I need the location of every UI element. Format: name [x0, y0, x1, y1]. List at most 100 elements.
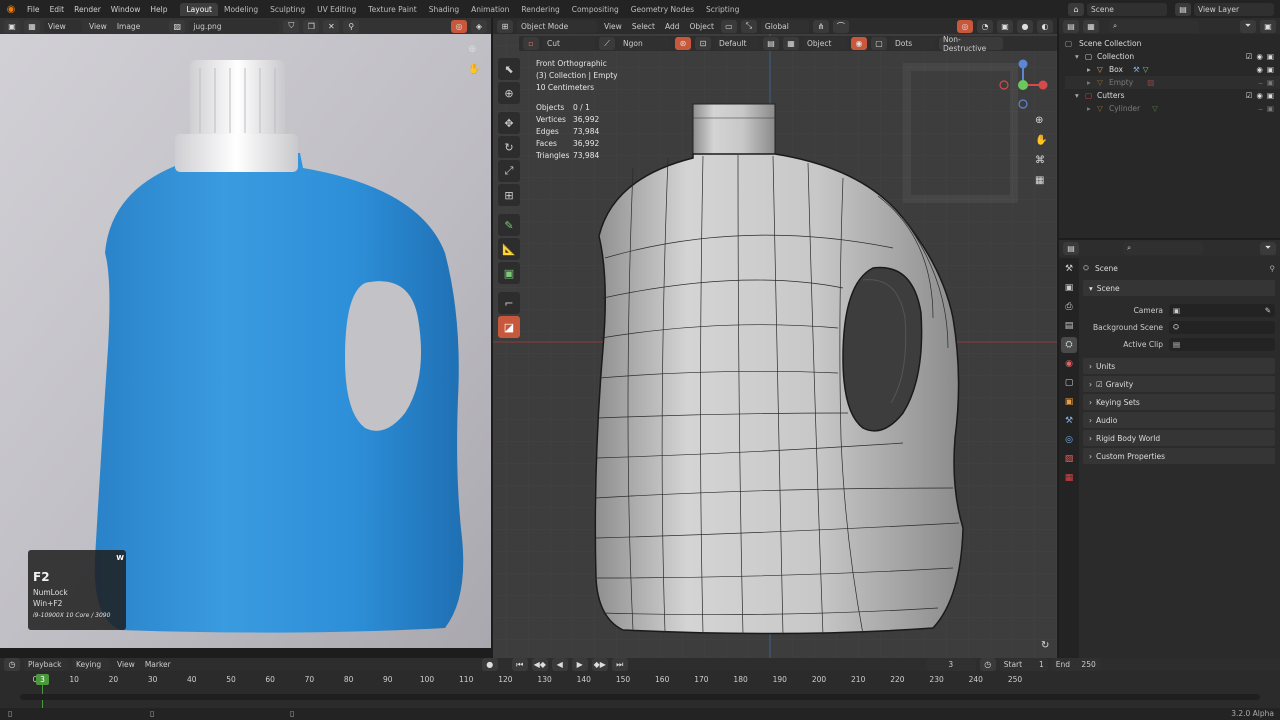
camera-icon[interactable]: ⌘ — [1035, 155, 1045, 166]
circle-target-icon[interactable]: ◉ — [851, 37, 867, 50]
object-dropdown[interactable]: Object — [803, 37, 847, 50]
menu-view[interactable]: View — [86, 22, 110, 31]
orientation-icon[interactable]: ⤡ — [740, 19, 757, 33]
tab-rendering[interactable]: Rendering — [515, 3, 565, 16]
cut-mode-dropdown[interactable]: Cut — [543, 37, 595, 50]
menu-edit[interactable]: Edit — [45, 5, 70, 14]
hand-pan-icon[interactable]: ✋ — [468, 64, 480, 75]
zoom-icon[interactable]: ⊕ — [1035, 115, 1043, 126]
scene-browse-icon[interactable]: ⌂ — [1068, 2, 1084, 16]
tab-layout[interactable]: Layout — [180, 2, 218, 16]
camera-field[interactable]: ▣ ✎ — [1169, 303, 1275, 317]
background-scene-field[interactable]: ⛭ — [1169, 320, 1275, 334]
pin-icon[interactable]: ⚲ — [343, 19, 360, 33]
scene-tab-icon[interactable]: ⛭ — [1061, 337, 1077, 353]
shield-icon[interactable]: ⛉ — [283, 19, 300, 33]
object-type-icon[interactable]: ▦ — [783, 37, 799, 50]
editor-type-icon[interactable]: ▣ — [4, 19, 20, 33]
ngon-icon[interactable]: ⟋ — [599, 37, 615, 50]
outliner-row-scene-collection[interactable]: ▢ Scene Collection — [1065, 37, 1280, 50]
image-browse-icon[interactable]: ▨ — [169, 19, 186, 33]
view-layer-tab-icon[interactable]: ▤ — [1061, 318, 1077, 334]
default-dropdown[interactable]: Default — [715, 37, 759, 50]
modifier-tab-icon[interactable]: ⚒ — [1061, 413, 1077, 429]
curve-icon[interactable]: ⌐ — [498, 292, 520, 314]
measure-icon[interactable]: 📐 — [498, 238, 520, 260]
editor-type-icon[interactable]: ▤ — [1063, 19, 1079, 33]
menu-select[interactable]: Select — [629, 22, 658, 31]
grid-toggle-icon[interactable]: ▦ — [1035, 175, 1044, 186]
cut-icon[interactable]: ▫ — [523, 37, 539, 50]
zoom-icon[interactable]: ⊕ — [468, 44, 476, 55]
wire-icon[interactable]: ▢ — [871, 37, 887, 50]
dots-dropdown[interactable]: Dots — [891, 37, 935, 50]
transform-icon[interactable]: ⊞ — [498, 184, 520, 206]
menu-image[interactable]: Image — [114, 22, 144, 31]
non-destructive-button[interactable]: Non-Destructive — [939, 35, 1003, 53]
panel-gravity[interactable]: › ☑ Gravity — [1083, 376, 1275, 392]
orientation-dropdown[interactable]: Global — [760, 19, 809, 33]
select-cursor-icon[interactable]: ⬉ — [498, 58, 520, 80]
rotate-icon[interactable]: ↻ — [498, 136, 520, 158]
collection-tab-icon[interactable]: ▢ — [1061, 375, 1077, 391]
view-mode-icon[interactable]: ▦ — [24, 19, 40, 33]
3d-viewport[interactable]: ⊞ Object Mode View Select Add Object ▭ ⤡… — [493, 18, 1057, 658]
move-icon[interactable]: ✥ — [498, 112, 520, 134]
chevron-right-icon[interactable]: ▸ — [1087, 104, 1097, 113]
camera-icon[interactable]: ▣ — [1267, 78, 1274, 87]
tab-sculpting[interactable]: Sculpting — [264, 3, 311, 16]
gizmo-toggle-icon[interactable]: ◎ — [957, 19, 973, 33]
tab-compositing[interactable]: Compositing — [566, 3, 625, 16]
chevron-down-icon[interactable]: ▾ — [1075, 91, 1085, 100]
scene-selector[interactable]: Scene — [1087, 2, 1167, 16]
chevron-right-icon[interactable]: ▸ — [1087, 65, 1097, 74]
chevron-right-icon[interactable]: ▸ — [1087, 78, 1097, 87]
menu-add[interactable]: Add — [662, 22, 683, 31]
overlays-icon[interactable]: ◔ — [977, 19, 993, 33]
world-tab-icon[interactable]: ◉ — [1061, 356, 1077, 372]
panel-scene-header[interactable]: ▾ Scene — [1083, 280, 1275, 296]
magnet-icon[interactable]: ⊛ — [675, 37, 691, 50]
object-tab-icon[interactable]: ▣ — [1061, 394, 1077, 410]
panel-custom-properties[interactable]: › Custom Properties — [1083, 448, 1275, 464]
constraint-tab-icon[interactable]: ▨ — [1061, 451, 1077, 467]
image-name-field[interactable]: jug.png — [189, 19, 280, 33]
filter-mode-icon[interactable]: ▦ — [1083, 19, 1099, 33]
outliner-row-cutters[interactable]: ▾ ▢ Cutters ☑ ◉ ▣ — [1065, 89, 1280, 102]
outliner-row-box[interactable]: ▸ ▽ Box ⚒ ▽ ◉ ▣ — [1065, 63, 1280, 76]
outliner-search[interactable]: ⌕ — [1109, 19, 1199, 33]
tab-uv-editing[interactable]: UV Editing — [311, 3, 362, 16]
playhead-frame[interactable]: 3 — [36, 674, 49, 685]
menu-help[interactable]: Help — [145, 5, 172, 14]
eyedropper-icon[interactable]: ✎ — [1265, 306, 1271, 315]
outliner-row-empty[interactable]: ▸ ▽ Empty ▨ ⌣ ▣ — [1065, 76, 1280, 89]
tab-texture-paint[interactable]: Texture Paint — [362, 3, 422, 16]
close-icon[interactable]: ✕ — [323, 19, 340, 33]
overlay-icon[interactable]: ◈ — [471, 19, 487, 33]
add-cube-icon[interactable]: ▣ — [498, 262, 520, 284]
corner-arrow-icon[interactable]: ↻ — [1041, 640, 1049, 651]
view-layer-selector[interactable]: View Layer — [1194, 2, 1274, 16]
panel-rigid-body-world[interactable]: › Rigid Body World — [1083, 430, 1275, 446]
ngon-dropdown[interactable]: Ngon — [619, 37, 671, 50]
eye-icon[interactable]: ◉ — [1256, 52, 1263, 61]
gizmo-icon[interactable]: ◎ — [451, 19, 467, 33]
scale-icon[interactable]: ⤢ — [498, 160, 520, 182]
new-collection-icon[interactable]: ▣ — [1260, 19, 1276, 33]
axis-gizmo[interactable] — [998, 56, 1048, 116]
outliner-row-collection[interactable]: ▾ ▢ Collection ☑ ◉ ▣ — [1065, 50, 1280, 63]
camera-icon[interactable]: ▣ — [1267, 52, 1274, 61]
filter-icon[interactable]: ⏷ — [1240, 19, 1256, 33]
camera-icon[interactable]: ▣ — [1267, 104, 1274, 113]
timeline-scrollbar[interactable] — [20, 694, 1260, 700]
outliner-row-cylinder[interactable]: ▸ ▽ Cylinder ▽ ⌣ ▣ — [1065, 102, 1280, 115]
render-tab-icon[interactable]: ▣ — [1061, 280, 1077, 296]
camera-icon[interactable]: ▣ — [1267, 91, 1274, 100]
eye-hidden-icon[interactable]: ⌣ — [1258, 104, 1263, 114]
boxcutter-icon[interactable]: ◪ — [498, 316, 520, 338]
tab-scripting[interactable]: Scripting — [700, 3, 745, 16]
panel-keying-sets[interactable]: › Keying Sets — [1083, 394, 1275, 410]
menu-window[interactable]: Window — [106, 5, 146, 14]
material-shading-icon[interactable]: ◐ — [1037, 19, 1053, 33]
tab-shading[interactable]: Shading — [423, 3, 465, 16]
